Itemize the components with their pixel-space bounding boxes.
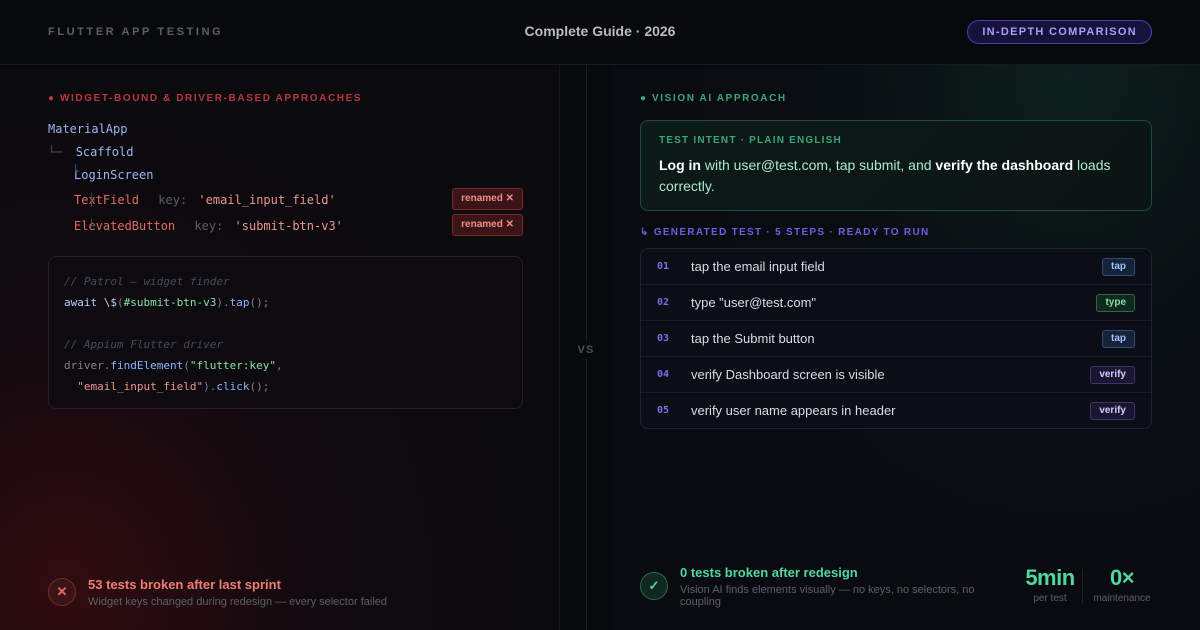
code-comment-patrol: // Patrol — widget finder (64, 275, 230, 288)
code-token: findElement (110, 359, 184, 372)
tree-branch-glyph: └ (88, 219, 96, 233)
code-token: (); (249, 296, 270, 309)
list-item: 03 tap the Submit button tap (641, 321, 1151, 357)
code-line-driver: driver.findElement("flutter:key", (64, 355, 507, 376)
step-number: 04 (657, 369, 670, 380)
list-item: 01 tap the email input field tap (641, 249, 1151, 285)
step-tag: tap (1102, 258, 1135, 276)
step-tag: tap (1102, 330, 1135, 348)
intent-bold: verify the dashboard (935, 157, 1074, 173)
tree-branch-glyph: └─ (48, 145, 63, 159)
tree-row-root: MaterialApp (48, 118, 523, 141)
tree-branch-glyph: ├ (88, 193, 96, 207)
metric-label: maintenance (1093, 593, 1151, 604)
code-token: ( (183, 359, 190, 372)
code-comment-appium: // Appium Flutter driver (64, 338, 223, 351)
left-status-title: 53 tests broken after last sprint (88, 577, 281, 592)
step-tag: verify (1090, 402, 1135, 420)
tree-row-textfield: ├ TextField key: 'email_input_field' ren… (48, 187, 523, 213)
tree-row-scaffold: └─ Scaffold (48, 141, 523, 164)
code-token: await (64, 296, 98, 309)
left-status-subtitle: Widget keys changed during redesign — ev… (88, 596, 387, 608)
step-number: 02 (657, 297, 670, 308)
tree-key-value: 'submit-btn-v3' (234, 219, 343, 233)
code-token: (); (249, 380, 270, 393)
code-token: "email_input_field" (77, 380, 204, 393)
metric-maintenance: 0× maintenance (1092, 565, 1152, 604)
intent-bold: Log in (659, 157, 701, 173)
widget-tree: MaterialApp └─ Scaffold └ LoginScreen ├ … (48, 118, 523, 239)
code-token: click (216, 380, 250, 393)
code-token: \$ (103, 296, 117, 309)
vs-label: VS (570, 342, 602, 358)
right-status-subtitle: Vision AI finds elements visually — no k… (680, 584, 975, 608)
comparison-badge: IN-DEPTH COMPARISON (967, 20, 1152, 44)
step-text: verify Dashboard screen is visible (691, 367, 885, 382)
left-status: ✕ 53 tests broken after last sprint Widg… (48, 577, 528, 617)
right-status: ✓ 0 tests broken after redesign Vision A… (640, 565, 1152, 615)
step-text: tap the Submit button (691, 331, 815, 346)
step-text: verify user name appears in header (691, 403, 896, 418)
code-token: ). (203, 380, 217, 393)
tree-node-materialapp: MaterialApp (48, 122, 128, 136)
right-status-title: 0 tests broken after redesign (680, 565, 858, 580)
list-item: 04 verify Dashboard screen is visible ve… (641, 357, 1151, 393)
code-token: tap (229, 296, 250, 309)
generated-test-label: ↳ GENERATED TEST · 5 STEPS · READY TO RU… (640, 227, 930, 238)
list-item: 02 type "user@test.com" type (641, 285, 1151, 321)
left-section-title: ● WIDGET-BOUND & DRIVER-BASED APPROACHES (48, 93, 363, 104)
step-number: 01 (657, 261, 670, 272)
intent-text-part: with user@test.com, tap submit, and (701, 157, 936, 173)
tree-branch-glyph: └ (72, 164, 80, 178)
metric-label: per test (1033, 593, 1067, 604)
code-token: driver. (64, 359, 111, 372)
right-section-title: ● VISION AI APPROACH (640, 93, 787, 104)
tree-key-label: key: (194, 219, 224, 233)
check-icon: ✓ (640, 572, 668, 600)
step-text: type "user@test.com" (691, 295, 817, 310)
code-token: , (275, 359, 283, 372)
tree-key-label: key: (158, 193, 188, 207)
generated-steps-list: 01 tap the email input field tap 02 type… (640, 248, 1152, 429)
tree-node-loginscreen: LoginScreen (74, 168, 154, 182)
error-icon: ✕ (48, 578, 76, 606)
list-item: 05 verify user name appears in header ve… (641, 393, 1151, 428)
renamed-badge: renamed ✕ (452, 188, 523, 210)
code-token: "flutter:key" (189, 359, 276, 372)
code-line-patrol: await \$(#submit-btn-v3).tap(); (64, 292, 507, 313)
tree-key-value: 'email_input_field' (198, 193, 336, 207)
tree-row-elevatedbutton: └ ElevatedButton key: 'submit-btn-v3' re… (48, 213, 523, 239)
test-intent-box: TEST INTENT · PLAIN ENGLISH Log in with … (640, 120, 1152, 211)
code-line-driver-cont: "email_input_field").click(); (64, 376, 507, 397)
header-bar: FLUTTER APP TESTING Complete Guide · 202… (0, 0, 1200, 65)
metric-divider (1082, 569, 1083, 603)
metric-value: 5min (1025, 565, 1075, 590)
renamed-badge: renamed ✕ (452, 214, 523, 236)
code-token: #submit-btn-v3 (123, 296, 217, 309)
test-intent-label: TEST INTENT · PLAIN ENGLISH (659, 135, 842, 146)
step-tag: type (1096, 294, 1135, 312)
step-tag: verify (1090, 366, 1135, 384)
step-number: 03 (657, 333, 670, 344)
code-token: ( (117, 296, 124, 309)
tree-row-loginscreen: └ LoginScreen (48, 164, 523, 187)
step-text: tap the email input field (691, 259, 825, 274)
metric-value: 0× (1109, 565, 1135, 590)
tree-node-textfield: TextField (74, 193, 140, 207)
tree-node-scaffold: Scaffold (75, 145, 134, 159)
code-snippet-box: // Patrol — widget finder await \$(#subm… (48, 256, 523, 409)
step-number: 05 (657, 405, 670, 416)
test-intent-text: Log in with user@test.com, tap submit, a… (659, 155, 1133, 197)
metric-per-test: 5min per test (1018, 565, 1082, 604)
code-token: ). (216, 296, 230, 309)
